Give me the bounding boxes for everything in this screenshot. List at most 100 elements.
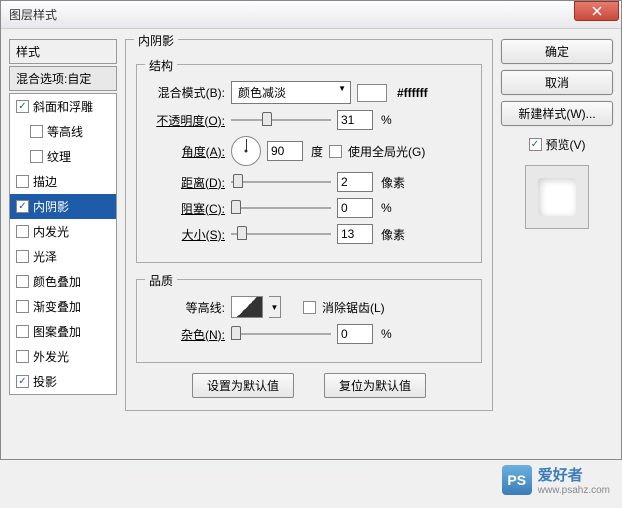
style-checkbox[interactable] (16, 325, 29, 338)
global-light-checkbox[interactable] (329, 145, 342, 158)
default-buttons-row: 设置为默认值 复位为默认值 (136, 373, 482, 398)
style-label: 渐变叠加 (33, 298, 81, 315)
style-item-4[interactable]: 内阴影 (10, 194, 116, 219)
style-item-11[interactable]: 投影 (10, 369, 116, 394)
style-checkbox[interactable] (16, 200, 29, 213)
distance-row: 距离(D): 像素 (147, 172, 471, 192)
styles-header[interactable]: 样式 (9, 39, 117, 64)
contour-row: 等高线: ▼ 消除锯齿(L) (147, 296, 471, 318)
style-checkbox[interactable] (16, 350, 29, 363)
size-slider[interactable] (231, 226, 331, 242)
group-title: 内阴影 (134, 32, 178, 49)
style-item-8[interactable]: 渐变叠加 (10, 294, 116, 319)
structure-title: 结构 (145, 57, 177, 74)
cancel-button[interactable]: 取消 (501, 70, 613, 95)
distance-slider[interactable] (231, 174, 331, 190)
new-style-button[interactable]: 新建样式(W)... (501, 101, 613, 126)
watermark-url: www.psahz.com (538, 485, 610, 496)
angle-label: 角度(A): (147, 143, 225, 160)
contour-swatch[interactable] (231, 296, 263, 318)
contour-dropdown[interactable]: ▼ (269, 296, 281, 318)
style-label: 颜色叠加 (33, 273, 81, 290)
style-checkbox[interactable] (16, 375, 29, 388)
blend-mode-row: 混合模式(B): 颜色减淡 #ffffff (147, 81, 471, 104)
opacity-input[interactable] (337, 110, 373, 130)
size-input[interactable] (337, 224, 373, 244)
watermark-cn: 爱好者 (538, 464, 610, 485)
blend-mode-label: 混合模式(B): (147, 84, 225, 101)
preview-label: 预览(V) (546, 136, 586, 153)
right-panel: 确定 取消 新建样式(W)... 预览(V) (501, 39, 613, 449)
style-item-10[interactable]: 外发光 (10, 344, 116, 369)
distance-label: 距离(D): (147, 174, 225, 191)
style-item-0[interactable]: 斜面和浮雕 (10, 94, 116, 119)
style-checkbox[interactable] (16, 225, 29, 238)
antialias-checkbox[interactable] (303, 301, 316, 314)
choke-row: 阻塞(C): % (147, 198, 471, 218)
style-item-9[interactable]: 图案叠加 (10, 319, 116, 344)
style-label: 等高线 (47, 123, 83, 140)
structure-group: 结构 混合模式(B): 颜色减淡 #ffffff 不透明度(O): % (136, 64, 482, 263)
choke-slider[interactable] (231, 200, 331, 216)
style-checkbox[interactable] (16, 275, 29, 288)
angle-dial[interactable] (231, 136, 261, 166)
style-label: 光泽 (33, 248, 57, 265)
preview-box (525, 165, 589, 229)
distance-input[interactable] (337, 172, 373, 192)
style-checkbox[interactable] (16, 100, 29, 113)
preview-row: 预览(V) (501, 136, 613, 153)
global-light-label: 使用全局光(G) (348, 143, 425, 160)
style-item-1[interactable]: 等高线 (10, 119, 116, 144)
quality-group: 品质 等高线: ▼ 消除锯齿(L) 杂色(N): % (136, 279, 482, 363)
opacity-row: 不透明度(O): % (147, 110, 471, 130)
window-title: 图层样式 (9, 6, 574, 23)
px-unit: 像素 (381, 174, 405, 191)
style-label: 投影 (33, 373, 57, 390)
color-swatch[interactable] (357, 84, 387, 102)
watermark-icon: PS (502, 465, 532, 495)
choke-input[interactable] (337, 198, 373, 218)
ok-button[interactable]: 确定 (501, 39, 613, 64)
watermark-text: 爱好者 www.psahz.com (538, 464, 610, 496)
noise-slider[interactable] (231, 326, 331, 342)
style-label: 内发光 (33, 223, 69, 240)
size-row: 大小(S): 像素 (147, 224, 471, 244)
main-panel: 内阴影 结构 混合模式(B): 颜色减淡 #ffffff 不透明度(O): % (125, 39, 493, 449)
style-checkbox[interactable] (30, 125, 43, 138)
noise-row: 杂色(N): % (147, 324, 471, 344)
style-checkbox[interactable] (16, 250, 29, 263)
preview-checkbox[interactable] (529, 138, 542, 151)
style-label: 内阴影 (33, 198, 69, 215)
opacity-slider[interactable] (231, 112, 331, 128)
antialias-label: 消除锯齿(L) (322, 299, 385, 316)
style-label: 纹理 (47, 148, 71, 165)
contour-label: 等高线: (147, 299, 225, 316)
blend-options[interactable]: 混合选项:自定 (9, 66, 117, 91)
percent-unit-3: % (381, 327, 392, 341)
size-label: 大小(S): (147, 226, 225, 243)
style-label: 斜面和浮雕 (33, 98, 93, 115)
set-default-button[interactable]: 设置为默认值 (192, 373, 294, 398)
degree-unit: 度 (311, 143, 323, 160)
angle-input[interactable] (267, 141, 303, 161)
titlebar: 图层样式 (1, 1, 621, 29)
quality-title: 品质 (145, 272, 177, 289)
style-checkbox[interactable] (16, 175, 29, 188)
style-item-7[interactable]: 颜色叠加 (10, 269, 116, 294)
style-item-2[interactable]: 纹理 (10, 144, 116, 169)
close-button[interactable] (574, 1, 619, 21)
style-item-5[interactable]: 内发光 (10, 219, 116, 244)
styles-panel: 样式 混合选项:自定 斜面和浮雕等高线纹理描边内阴影内发光光泽颜色叠加渐变叠加图… (9, 39, 117, 449)
noise-input[interactable] (337, 324, 373, 344)
style-checkbox[interactable] (16, 300, 29, 313)
layer-style-dialog: 图层样式 样式 混合选项:自定 斜面和浮雕等高线纹理描边内阴影内发光光泽颜色叠加… (0, 0, 622, 460)
style-item-3[interactable]: 描边 (10, 169, 116, 194)
blend-mode-dropdown[interactable]: 颜色减淡 (231, 81, 351, 104)
reset-default-button[interactable]: 复位为默认值 (324, 373, 426, 398)
close-icon (592, 6, 602, 16)
style-label: 图案叠加 (33, 323, 81, 340)
style-checkbox[interactable] (30, 150, 43, 163)
style-item-6[interactable]: 光泽 (10, 244, 116, 269)
angle-row: 角度(A): 度 使用全局光(G) (147, 136, 471, 166)
preview-inner (538, 178, 576, 216)
